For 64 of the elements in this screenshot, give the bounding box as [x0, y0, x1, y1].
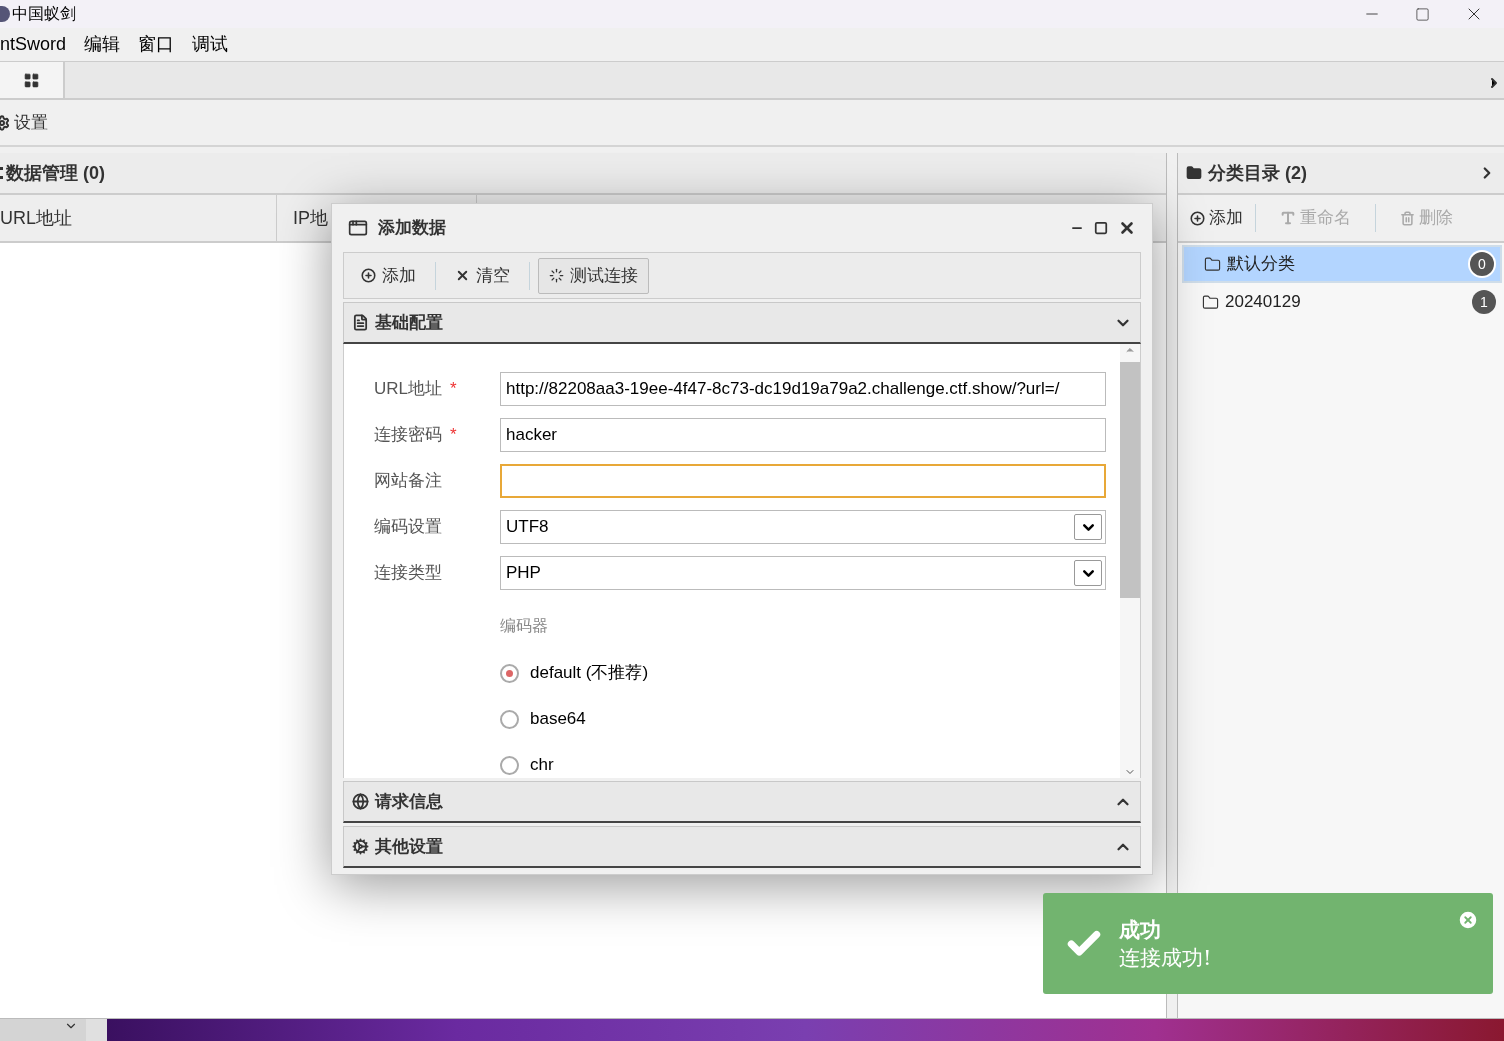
scrollbar[interactable] [1120, 344, 1140, 778]
count-badge: 1 [1472, 290, 1496, 314]
document-icon [352, 314, 369, 331]
settings-button[interactable]: 设置 [14, 109, 48, 136]
plus-circle-icon [361, 268, 376, 283]
grid-icon [23, 71, 40, 89]
input-field[interactable]: hacker [500, 418, 1106, 452]
globe-icon [352, 793, 369, 810]
radio-label: default (不推荐) [530, 662, 649, 685]
toolbar-button[interactable]: 添加 [350, 257, 427, 294]
window-icon [348, 218, 368, 238]
input-field[interactable] [500, 464, 1106, 498]
window-title: 中国蚁剑 [12, 4, 76, 24]
input-field[interactable]: http://82208aa3-19ee-4f47-8c73-dc19d19a79a2.challenge.ctf.show/?url=/ [500, 372, 1106, 406]
category-label: 默认分类 [1227, 253, 1296, 276]
letter-icon [1280, 210, 1296, 226]
taskbar-panel [86, 1019, 107, 1041]
panel-title: 分类目录 (2) [1208, 161, 1308, 185]
field-label: 连接类型 [374, 562, 443, 585]
field-label: URL地址 [374, 378, 443, 401]
field-label: 连接密码 [374, 424, 443, 447]
app-icon [0, 6, 10, 22]
category-label: 20240129 [1225, 291, 1302, 314]
toast-title: 成功 [1119, 915, 1162, 944]
dialog-title: 添加数据 [378, 217, 447, 240]
folder-icon [1202, 293, 1219, 311]
maximize-icon[interactable] [1094, 221, 1108, 235]
radio-label: base64 [530, 708, 586, 731]
section-header[interactable]: 请求信息 [343, 781, 1141, 823]
category-item[interactable]: 默认分类 0 [1182, 245, 1502, 283]
folder-icon [1186, 165, 1202, 181]
settings-icon [352, 838, 369, 855]
radio-button[interactable] [500, 663, 519, 683]
field-label: 编码设置 [374, 516, 443, 539]
panel-title: 数据管理 (0) [6, 161, 105, 185]
column-header[interactable]: URL地址 [0, 195, 277, 241]
toast-message: 连接成功! [1119, 944, 1212, 972]
menu-item[interactable]: 调试 [192, 31, 229, 58]
trash-icon [1400, 210, 1415, 226]
section-header[interactable]: 基础配置 [343, 302, 1141, 344]
toolbar-button[interactable]: 测试连接 [538, 257, 649, 294]
count-badge: 0 [1470, 252, 1494, 276]
close-icon[interactable] [1118, 219, 1136, 237]
toolbar-button[interactable]: 清空 [444, 257, 521, 294]
menu-item[interactable]: 窗口 [138, 31, 175, 58]
tab[interactable] [0, 62, 65, 98]
menu-item[interactable]: 编辑 [84, 31, 121, 58]
section-header[interactable]: 其他设置 [343, 826, 1141, 868]
spinner-icon [549, 268, 564, 283]
category-item[interactable]: 20240129 1 [1182, 283, 1502, 321]
close-icon [455, 268, 470, 283]
radio-button[interactable] [500, 755, 519, 775]
plus-circle-icon [1190, 210, 1205, 226]
menu-item[interactable]: ntSword [0, 31, 67, 58]
required-mark: * [450, 379, 457, 399]
encoder-label: 编码器 [500, 616, 549, 636]
field-label: 网站备注 [374, 470, 443, 493]
select-field[interactable]: UTF8 [500, 510, 1106, 544]
radio-button[interactable] [500, 709, 519, 729]
category-action[interactable]: 添加 [1190, 205, 1243, 231]
required-mark: * [450, 425, 457, 445]
select-field[interactable]: PHP [500, 556, 1106, 590]
folder-icon [1204, 255, 1221, 273]
radio-label: chr [530, 754, 554, 777]
